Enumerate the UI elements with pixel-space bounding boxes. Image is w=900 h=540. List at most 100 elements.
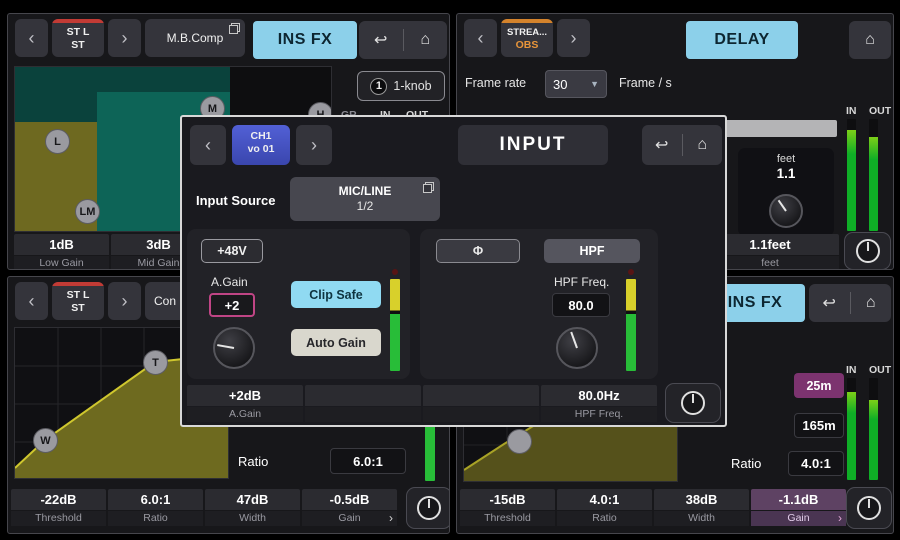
- width-node[interactable]: W: [33, 428, 58, 453]
- channel-select-button[interactable]: CH1 vo 01: [232, 125, 290, 165]
- footer-cell[interactable]: -22dB Threshold: [11, 489, 106, 526]
- delay-param-box[interactable]: feet 1.1: [738, 148, 834, 236]
- screen-title-label: INPUT: [500, 134, 567, 156]
- input-source-label: Input Source: [196, 193, 275, 208]
- hpf-freq-label: HPF Freq.: [554, 275, 609, 289]
- undo-button[interactable]: ↩: [362, 30, 400, 50]
- width-node[interactable]: [507, 429, 532, 454]
- ratio-value[interactable]: 4.0:1: [788, 451, 844, 476]
- footer-cell[interactable]: 4.0:1 Ratio: [557, 489, 652, 526]
- footer-value: -22dB: [11, 489, 106, 510]
- footer-cell[interactable]: 38dB Width: [654, 489, 749, 526]
- param-label: feet: [738, 153, 834, 165]
- home-button[interactable]: ⌂: [406, 31, 444, 49]
- footer-value: -1.1dB: [751, 489, 846, 510]
- one-knob-icon: 1: [370, 78, 387, 95]
- footer-cell[interactable]: 1dB Low Gain: [14, 234, 109, 270]
- param-release-value[interactable]: 165m: [794, 413, 844, 438]
- frame-rate-dropdown[interactable]: 30 ▼: [545, 70, 607, 98]
- undo-button[interactable]: ↩: [643, 135, 681, 155]
- footer-label: [305, 407, 421, 422]
- band-node-low[interactable]: L: [45, 129, 70, 154]
- channel-name2: vo 01: [248, 143, 275, 156]
- out-level-meter: [869, 378, 878, 480]
- preset-label: M.B.Comp: [167, 31, 224, 45]
- forward-icon: ›: [122, 28, 128, 49]
- footer-cell[interactable]: 47dB Width: [205, 489, 300, 526]
- footer-cell[interactable]: -1.1dB Gain›: [751, 489, 846, 526]
- forward-button[interactable]: ›: [557, 19, 590, 57]
- clock-knob-button[interactable]: [665, 383, 721, 423]
- back-button[interactable]: ‹: [464, 19, 497, 57]
- footer-cell[interactable]: -15dB Threshold: [460, 489, 555, 526]
- channel-select-button[interactable]: ST L ST: [52, 282, 104, 320]
- param-attack-value[interactable]: 25m: [794, 373, 844, 398]
- back-icon: ‹: [478, 28, 484, 49]
- clock-knob-button[interactable]: [846, 487, 892, 529]
- home-button[interactable]: ⌂: [851, 31, 889, 49]
- threshold-node[interactable]: T: [143, 350, 168, 375]
- footer-cell[interactable]: [305, 385, 421, 422]
- again-value[interactable]: +2: [209, 293, 255, 317]
- phantom-48v-label: +48V: [217, 244, 247, 258]
- preset-button[interactable]: M.B.Comp: [145, 19, 245, 57]
- back-button[interactable]: ‹: [15, 19, 48, 57]
- footer-value: [305, 385, 421, 406]
- auto-gain-button[interactable]: Auto Gain: [291, 329, 381, 356]
- forward-button[interactable]: ›: [108, 19, 141, 57]
- undo-button[interactable]: ↩: [810, 293, 848, 313]
- footer-value: +2dB: [187, 385, 303, 406]
- phantom-48v-button[interactable]: +48V: [201, 239, 263, 263]
- channel-name: ST L: [67, 26, 90, 39]
- clock-icon: [681, 391, 705, 415]
- clip-safe-label: Clip Safe: [309, 288, 363, 302]
- knob-pointer: [778, 200, 787, 212]
- channel-color-bar: [52, 282, 104, 286]
- frame-rate-label: Frame rate: [465, 76, 526, 90]
- again-section: +48V A.Gain +2 Clip Safe Auto Gain: [187, 229, 410, 379]
- width-node-label: W: [40, 435, 50, 447]
- footer-cell[interactable]: 80.0Hz HPF Freq.: [541, 385, 657, 422]
- clock-knob-button[interactable]: [844, 232, 891, 270]
- hpf-knob[interactable]: [556, 327, 598, 369]
- clock-icon: [857, 496, 881, 520]
- screen-title: INPUT: [458, 125, 608, 165]
- home-button[interactable]: ⌂: [852, 294, 890, 312]
- band-node-low-label: L: [54, 136, 61, 148]
- ratio-value[interactable]: 6.0:1: [330, 448, 406, 474]
- input-source-button[interactable]: MIC/LINE 1/2: [290, 177, 440, 221]
- footer-cell[interactable]: -0.5dB Gain›: [302, 489, 397, 526]
- clip-safe-button[interactable]: Clip Safe: [291, 281, 381, 308]
- home-button[interactable]: ⌂: [683, 136, 721, 154]
- clock-knob-button[interactable]: [406, 487, 450, 529]
- param-value: 1.1: [738, 166, 834, 181]
- mixer-screen: ‹ ST L ST › M.B.Comp INS FX ↩ ⌂ L M H LM…: [0, 0, 900, 540]
- back-button[interactable]: ‹: [15, 282, 48, 320]
- phase-button[interactable]: Φ: [436, 239, 520, 263]
- back-button[interactable]: ‹: [190, 125, 226, 165]
- knob-pointer: [570, 332, 578, 349]
- footer-label: Gain›: [302, 511, 397, 526]
- nav-box: ↩ ⌂: [359, 21, 447, 59]
- delay-knob[interactable]: [769, 194, 803, 228]
- screen-title: INS FX: [253, 21, 357, 59]
- forward-button[interactable]: ›: [296, 125, 332, 165]
- hpf-level-meter: [626, 279, 636, 371]
- channel-select-button[interactable]: STREA... OBS: [501, 19, 553, 57]
- footer-cell[interactable]: 6.0:1 Ratio: [108, 489, 203, 526]
- threshold-node-label: T: [152, 357, 159, 369]
- again-knob[interactable]: [213, 327, 255, 369]
- more-arrow-icon[interactable]: ›: [838, 511, 842, 526]
- footer-cell[interactable]: [423, 385, 539, 422]
- footer-cell[interactable]: +2dB A.Gain: [187, 385, 303, 422]
- footer-label: Ratio: [557, 511, 652, 526]
- more-arrow-icon[interactable]: ›: [389, 511, 393, 526]
- channel-select-button[interactable]: ST L ST: [52, 19, 104, 57]
- hpf-freq-value[interactable]: 80.0: [552, 293, 610, 317]
- hpf-freq-value-label: 80.0: [568, 298, 593, 313]
- forward-button[interactable]: ›: [108, 282, 141, 320]
- band-node-lowmid[interactable]: LM: [75, 199, 100, 224]
- screen-title-label: DELAY: [714, 31, 769, 49]
- one-knob-button[interactable]: 1 1-knob: [357, 71, 445, 101]
- hpf-button[interactable]: HPF: [544, 239, 640, 263]
